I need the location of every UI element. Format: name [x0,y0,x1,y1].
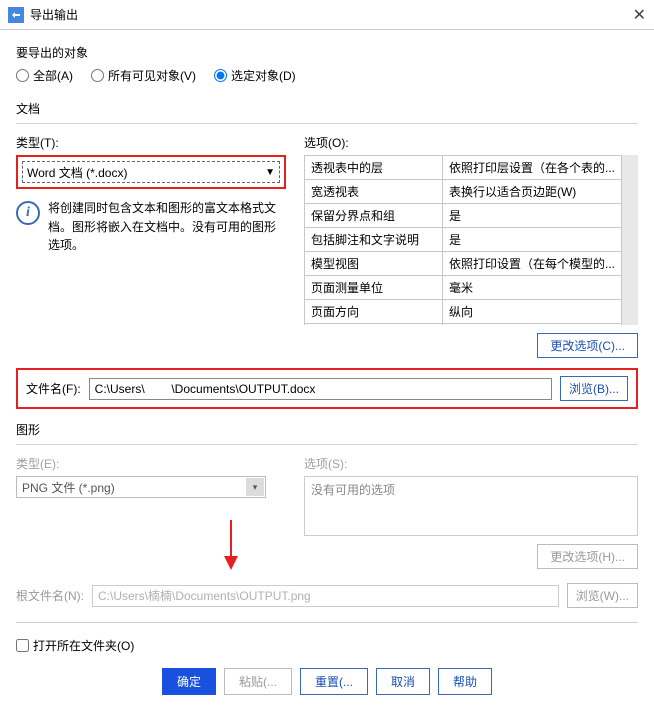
options-table-wrap: 透视表中的层依照打印层设置（在各个表的...宽透视表表换行以适合页边距(W)保留… [304,155,638,325]
highlight-box-filename: 文件名(F): 浏览(B)... [16,368,638,409]
change-options-button[interactable]: 更改选项(C)... [537,333,638,358]
options-table[interactable]: 透视表中的层依照打印层设置（在各个表的...宽透视表表换行以适合页边距(W)保留… [304,155,622,325]
table-row[interactable]: 页面方向纵向 [305,300,622,324]
root-browse-button: 浏览(W)... [567,583,638,608]
gchange-options-button: 更改选项(H)... [537,544,638,569]
type-label: 类型(T): [16,134,286,151]
cancel-button[interactable]: 取消 [376,668,430,695]
radio-selected[interactable]: 选定对象(D) [214,67,296,84]
chevron-down-icon: ▼ [265,167,275,178]
table-row[interactable]: 页面宽度210.01999999999998 [305,324,622,326]
radio-all[interactable]: 全部(A) [16,67,73,84]
table-row[interactable]: 页面测量单位毫米 [305,276,622,300]
type-combobox[interactable]: Word 文档 (*.docx) ▼ [22,161,280,183]
table-row[interactable]: 包括脚注和文字说明是 [305,228,622,252]
ok-button[interactable]: 确定 [162,668,216,695]
doc-section-label: 文档 [16,100,638,117]
gtype-label: 类型(E): [16,455,286,472]
type-value: Word 文档 (*.docx) [27,164,127,181]
table-row[interactable]: 模型视图依照打印设置（在每个模型的... [305,252,622,276]
help-button[interactable]: 帮助 [438,668,492,695]
filename-label: 文件名(F): [26,380,81,397]
close-icon[interactable]: ✕ [616,5,646,25]
paste-button: 粘贴(... [224,668,292,695]
scroll-down-icon[interactable]: ▾ [622,309,638,325]
options-label: 选项(O): [304,134,638,151]
gtype-value: PNG 文件 (*.png) [22,479,115,496]
window-title: 导出输出 [30,6,616,23]
reset-button[interactable]: 重置(... [300,668,368,695]
chevron-down-icon: ▾ [246,478,264,496]
open-folder-checkbox[interactable] [16,639,29,652]
info-icon: i [16,201,40,225]
root-input [92,585,559,607]
table-row[interactable]: 透视表中的层依照打印层设置（在各个表的... [305,156,622,180]
highlight-box-type: Word 文档 (*.docx) ▼ [16,155,286,189]
goptions-label: 选项(S): [304,455,638,472]
filename-input[interactable] [89,378,552,400]
app-icon [8,7,24,23]
graphic-section-label: 图形 [16,421,638,438]
radio-visible[interactable]: 所有可见对象(V) [91,67,196,84]
export-target-label: 要导出的对象 [16,44,638,61]
table-row[interactable]: 保留分界点和组是 [305,204,622,228]
goptions-text: 没有可用的选项 [304,476,638,536]
table-row[interactable]: 宽透视表表换行以适合页边距(W) [305,180,622,204]
root-label: 根文件名(N): [16,587,84,604]
open-folder-label: 打开所在文件夹(O) [33,637,134,654]
info-text: 将创建同时包含文本和图形的富文本格式文档。图形将嵌入在文档中。没有可用的图形选项… [48,199,286,255]
gtype-combobox: PNG 文件 (*.png) ▾ [16,476,266,498]
browse-button[interactable]: 浏览(B)... [560,376,628,401]
